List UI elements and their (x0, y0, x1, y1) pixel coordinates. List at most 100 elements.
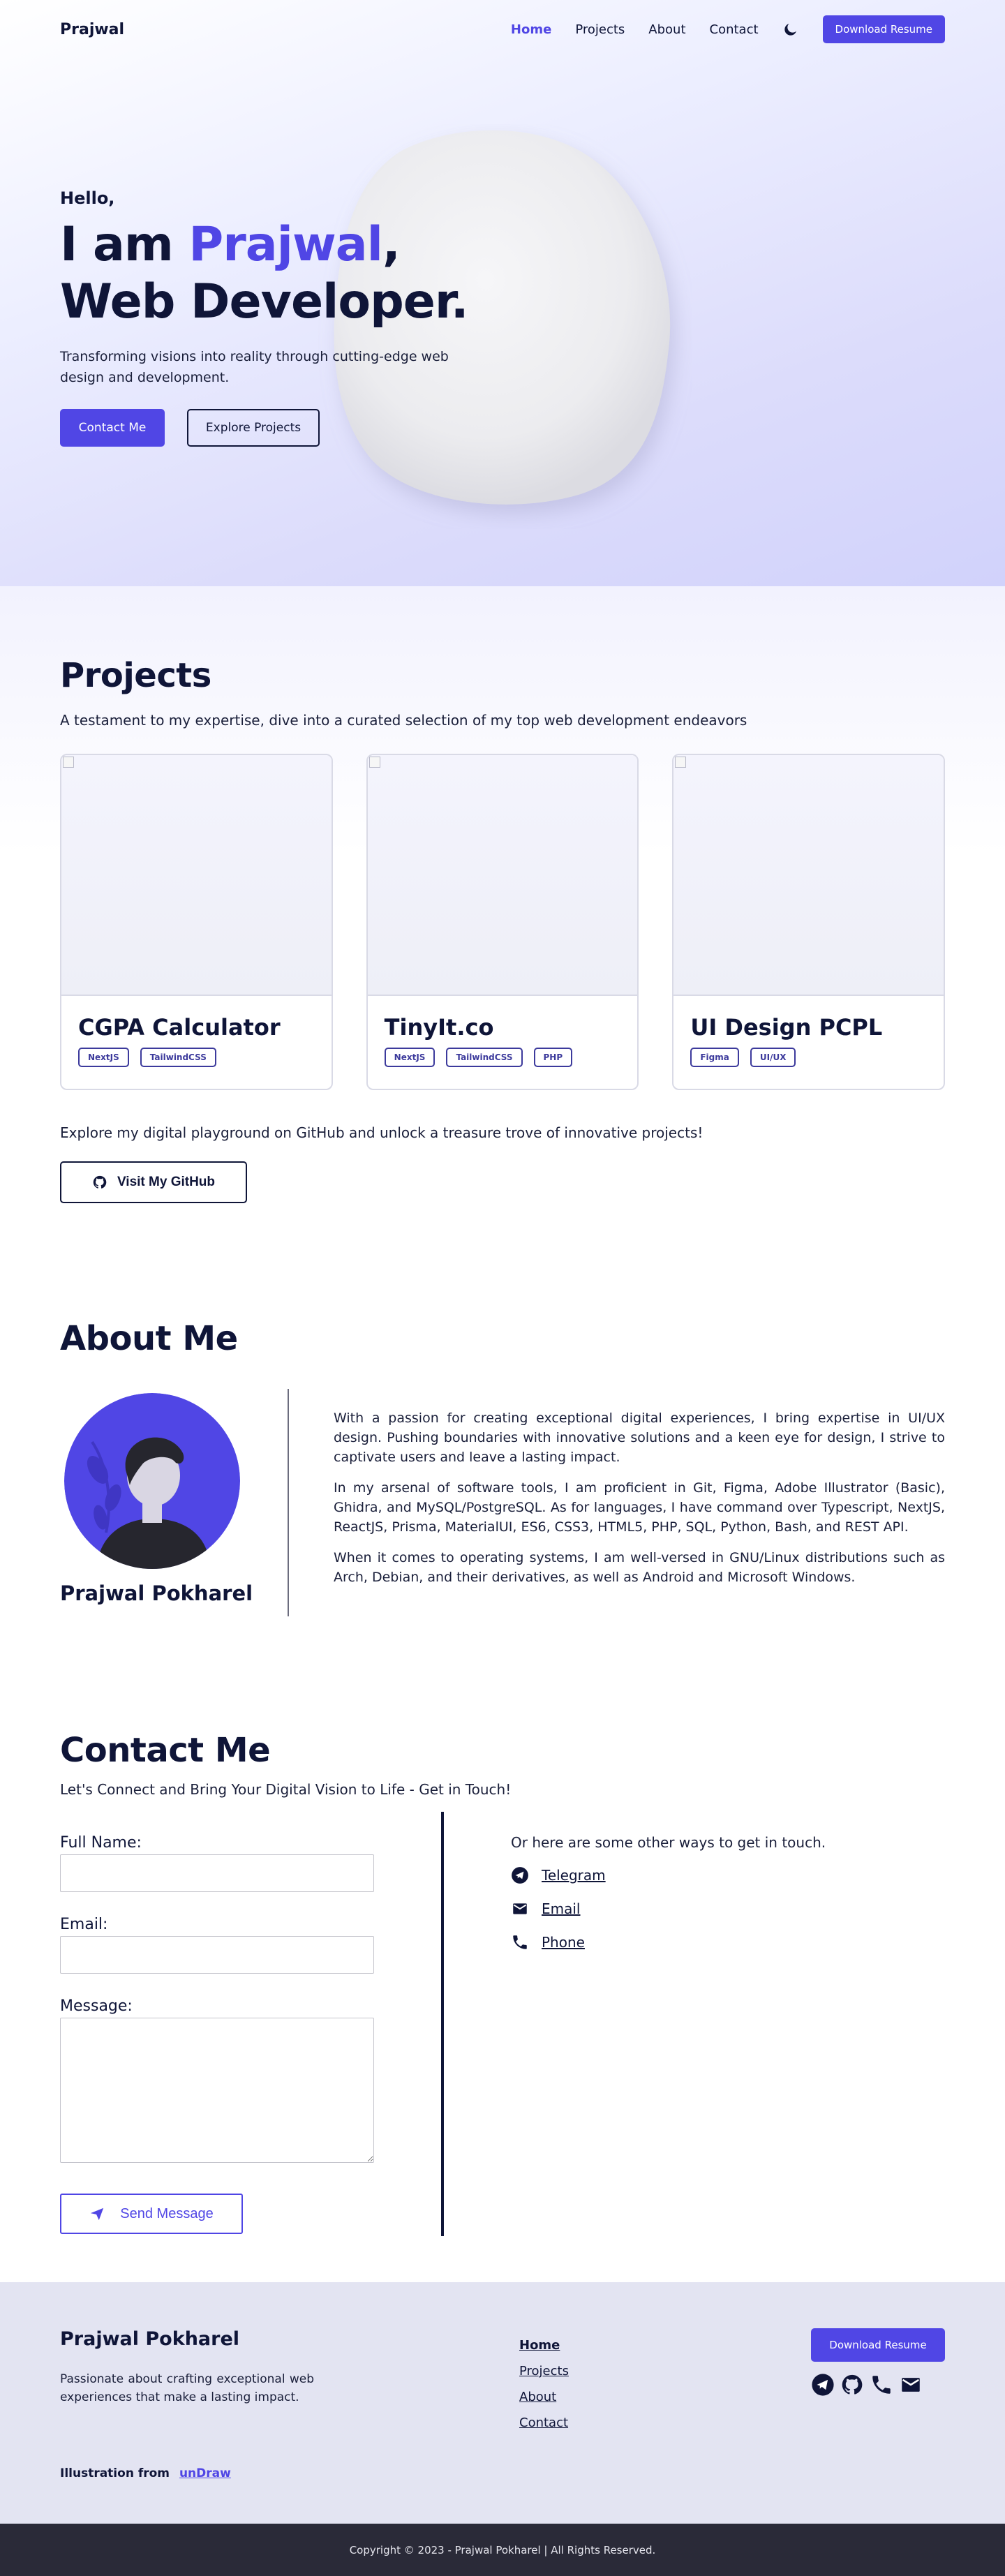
title-comma: , (382, 217, 401, 272)
brand-logo[interactable]: Prajwal (60, 21, 124, 38)
contact-me-button[interactable]: Contact Me (60, 409, 165, 447)
project-title: TinyIt.co (384, 1014, 494, 1041)
broken-image-icon (368, 757, 380, 768)
hero-greeting: Hello, (60, 188, 115, 208)
phone-icon[interactable] (870, 2373, 893, 2397)
about-paragraph: When it comes to operating systems, I am… (334, 1550, 945, 1585)
telegram-contact: Telegram (511, 1866, 826, 1884)
about-divider (288, 1389, 289, 1616)
project-card[interactable]: TinyIt.co NextJS TailwindCSS PHP (366, 754, 639, 1090)
illustration-prefix: Illustration from (60, 2466, 170, 2480)
hero-buttons: Contact Me Explore Projects (60, 409, 479, 447)
title-role: Web Developer. (60, 274, 469, 329)
send-icon (91, 2208, 104, 2221)
project-card-body: TinyIt.co NextJS TailwindCSS PHP (368, 996, 638, 1085)
visit-github-label: Visit My GitHub (117, 1175, 216, 1189)
contact-section: Contact Me Let's Connect and Bring Your … (0, 1682, 1005, 2282)
title-prefix: I am (60, 217, 189, 272)
project-tags: Figma UI/UX (690, 1048, 927, 1067)
email-link[interactable]: Email (542, 1900, 581, 1917)
contact-title: Contact Me (60, 1731, 271, 1770)
github-text: Explore my digital playground on GitHub … (60, 1124, 704, 1141)
email-label: Email: (60, 1916, 108, 1933)
other-contact: Or here are some other ways to get in to… (511, 1834, 826, 1951)
nav-links: Home Projects About Contact Download Res… (511, 15, 945, 43)
hero-title: I am Prajwal, Web Developer. (60, 216, 479, 331)
broken-image-icon (63, 757, 74, 768)
project-tag: Figma (690, 1048, 739, 1067)
send-message-label: Send Message (120, 2205, 214, 2221)
contact-divider (441, 1812, 444, 2236)
project-title: UI Design PCPL (690, 1014, 883, 1041)
nav-contact-link[interactable]: Contact (710, 22, 759, 37)
copyright-bar: Copyright © 2023 - Prajwal Pokharel | Al… (0, 2524, 1005, 2576)
hero-section: Hello, I am Prajwal, Web Developer. Tran… (0, 0, 1005, 586)
phone-link[interactable]: Phone (542, 1934, 585, 1951)
footer-home-link[interactable]: Home (519, 2338, 569, 2353)
message-label: Message: (60, 1997, 133, 2015)
footer-right: Download Resume (811, 2328, 945, 2397)
project-tag: UI/UX (750, 1048, 796, 1067)
undraw-link[interactable]: unDraw (179, 2466, 231, 2480)
phone-icon (513, 1935, 527, 1949)
about-text: With a passion for creating exceptional … (334, 1408, 945, 1598)
hero-description: Transforming visions into reality throug… (60, 349, 449, 385)
project-tag: NextJS (78, 1048, 129, 1067)
project-tag: NextJS (384, 1048, 436, 1067)
project-tag: TailwindCSS (140, 1048, 216, 1067)
project-title: CGPA Calculator (78, 1014, 281, 1041)
email-contact: Email (511, 1900, 826, 1918)
moon-icon[interactable] (782, 21, 799, 38)
full-name-input[interactable] (60, 1854, 374, 1892)
mail-icon (513, 1903, 527, 1914)
project-card-body: CGPA Calculator NextJS TailwindCSS (61, 996, 332, 1085)
phone-contact: Phone (511, 1933, 826, 1951)
project-image (367, 755, 638, 996)
footer-social-icons (811, 2373, 945, 2397)
project-tags: NextJS TailwindCSS PHP (384, 1048, 621, 1067)
nav-about-link[interactable]: About (648, 22, 685, 37)
github-icon (93, 1175, 107, 1189)
explore-projects-button[interactable]: Explore Projects (187, 409, 320, 447)
footer-download-resume-button[interactable]: Download Resume (811, 2328, 945, 2362)
telegram-icon[interactable] (811, 2373, 835, 2397)
footer-projects-link[interactable]: Projects (519, 2364, 569, 2378)
footer-name: Prajwal Pokharel (60, 2328, 240, 2350)
project-card[interactable]: CGPA Calculator NextJS TailwindCSS (60, 754, 333, 1090)
send-message-button[interactable]: Send Message (60, 2194, 243, 2234)
telegram-icon (512, 1867, 528, 1884)
email-input[interactable] (60, 1936, 374, 1974)
github-icon[interactable] (840, 2373, 864, 2397)
telegram-link[interactable]: Telegram (542, 1867, 606, 1884)
projects-subtitle: A testament to my expertise, dive into a… (60, 712, 747, 729)
contact-form: Full Name: Email: Message: Send Message (60, 1834, 374, 2234)
footer-description: Passionate about crafting exceptional we… (60, 2372, 314, 2404)
illustration-credit: Illustration from unDraw (60, 2466, 231, 2480)
avatar (64, 1393, 240, 1569)
footer-about-link[interactable]: About (519, 2390, 569, 2404)
about-paragraph: In my arsenal of software tools, I am pr… (334, 1480, 945, 1535)
project-image (673, 755, 944, 996)
project-cards: CGPA Calculator NextJS TailwindCSS TinyI… (60, 754, 946, 1090)
hero-text: Hello, I am Prajwal, Web Developer. Tran… (60, 188, 479, 447)
projects-section: Projects A testament to my expertise, di… (0, 586, 1005, 1256)
footer-contact-link[interactable]: Contact (519, 2415, 569, 2430)
message-textarea[interactable] (60, 2018, 374, 2163)
mail-icon[interactable] (899, 2373, 923, 2397)
full-name-label: Full Name: (60, 1834, 142, 1852)
contact-subtitle: Let's Connect and Bring Your Digital Vis… (60, 1781, 512, 1798)
project-tags: NextJS TailwindCSS (78, 1048, 315, 1067)
download-resume-button[interactable]: Download Resume (822, 15, 945, 43)
footer: Prajwal Pokharel Passionate about crafti… (0, 2282, 1005, 2524)
project-image (61, 755, 332, 996)
project-card[interactable]: UI Design PCPL Figma UI/UX (672, 754, 946, 1090)
about-paragraph: With a passion for creating exceptional … (334, 1410, 945, 1465)
footer-links: Home Projects About Contact (519, 2338, 569, 2430)
visit-github-button[interactable]: Visit My GitHub (60, 1161, 247, 1203)
about-section: About Me Prajwal Pokharel With a passion… (0, 1256, 1005, 1682)
about-title: About Me (60, 1319, 238, 1358)
nav-home-link[interactable]: Home (511, 22, 551, 37)
nav-projects-link[interactable]: Projects (575, 22, 625, 37)
other-contact-title: Or here are some other ways to get in to… (511, 1834, 826, 1851)
about-name: Prajwal Pokharel (60, 1581, 253, 1605)
